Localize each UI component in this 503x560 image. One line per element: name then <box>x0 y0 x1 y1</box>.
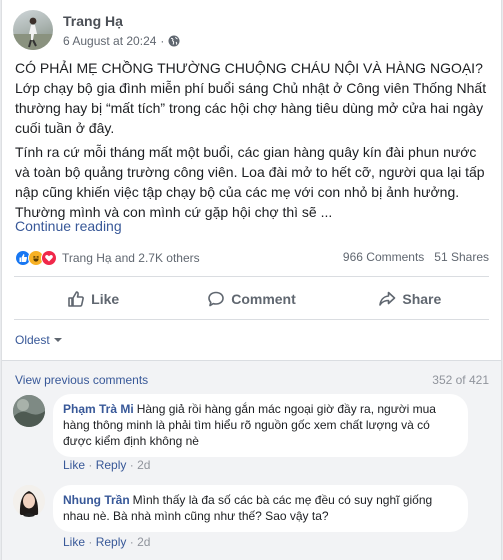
comment-author[interactable]: Phạm Trà Mi <box>63 402 134 416</box>
share-button[interactable]: Share <box>331 283 489 315</box>
comment-reply-link[interactable]: Reply <box>96 535 127 549</box>
author-name[interactable]: Trang Hạ <box>63 13 123 29</box>
comment-like-link[interactable]: Like <box>63 458 85 472</box>
post-date[interactable]: 6 August at 20:24 <box>63 34 156 48</box>
separator: · <box>88 535 96 549</box>
comment-timestamp[interactable]: 2d <box>137 535 150 549</box>
comment-bubble: Phạm Trà Mi Hàng giả rồi hàng gắn mác ngo… <box>53 394 468 457</box>
globe-icon[interactable] <box>168 35 180 47</box>
avatar[interactable] <box>13 485 45 517</box>
meta-separator: · <box>160 34 165 48</box>
comment-actions: Like · Reply · 2d <box>63 535 150 549</box>
comment-actions: Like · Reply · 2d <box>63 458 150 472</box>
love-icon <box>41 250 57 266</box>
share-icon <box>379 291 396 306</box>
separator: · <box>129 458 138 472</box>
reactions-text[interactable]: Trang Hạ and 2.7K others <box>62 251 200 265</box>
comment-author[interactable]: Nhung Trần <box>63 493 130 507</box>
comment-reply-link[interactable]: Reply <box>96 458 127 472</box>
separator: · <box>129 535 138 549</box>
comment-bubble: Nhung Trần Mình thấy là đa số các bà các … <box>53 485 468 532</box>
share-label: Share <box>402 291 442 307</box>
comment-icon <box>208 291 225 307</box>
post-paragraph-1: CÓ PHẢI MẸ CHỒNG THƯỜNG CHUỘNG CHÁU NỘI … <box>15 60 487 136</box>
divider <box>14 319 489 320</box>
continue-reading-link[interactable]: Continue reading <box>15 218 122 234</box>
comment-page-count: 352 of 421 <box>432 373 489 387</box>
divider <box>14 276 489 277</box>
comment-sort-label: Oldest <box>15 333 50 347</box>
post-meta: 6 August at 20:24 · <box>63 34 180 48</box>
author-avatar[interactable] <box>13 10 53 50</box>
comment-label: Comment <box>231 291 296 307</box>
post-paragraph-2: Tính ra cứ mỗi tháng mất một buổi, các g… <box>15 144 485 220</box>
like-label: Like <box>91 291 120 307</box>
engagement-counts: 966 Comments 51 Shares <box>343 250 489 264</box>
comment-button[interactable]: Comment <box>172 283 330 315</box>
post-action-bar: Like Comment Share <box>14 283 489 315</box>
view-previous-comments-link[interactable]: View previous comments <box>15 373 148 387</box>
reactions-summary[interactable]: Trang Hạ and 2.7K others <box>15 250 200 266</box>
comment-like-link[interactable]: Like <box>63 535 85 549</box>
chevron-down-icon <box>53 338 62 342</box>
shares-count[interactable]: 51 Shares <box>434 250 489 264</box>
comment-timestamp[interactable]: 2d <box>137 458 150 472</box>
comments-count[interactable]: 966 Comments <box>343 250 424 264</box>
like-button[interactable]: Like <box>14 283 172 315</box>
post-card: Trang Hạ 6 August at 20:24 · CÓ PHẢI MẸ … <box>1 0 502 560</box>
avatar[interactable] <box>13 395 45 427</box>
thumbs-up-icon <box>68 291 85 307</box>
separator: · <box>88 458 96 472</box>
comment-sort-dropdown[interactable]: Oldest <box>15 333 62 347</box>
